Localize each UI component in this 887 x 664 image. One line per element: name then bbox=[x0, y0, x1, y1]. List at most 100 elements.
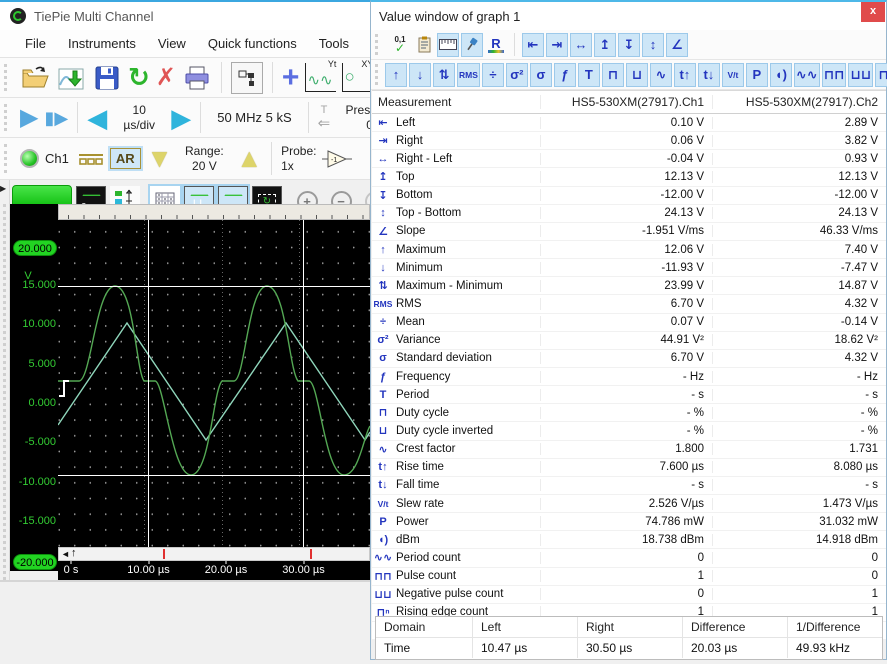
toolbar-grip[interactable] bbox=[375, 34, 382, 54]
plot-area[interactable] bbox=[58, 220, 370, 547]
oneshot-button[interactable]: ▮▶ bbox=[44, 109, 68, 127]
measure-top-button[interactable]: ↥ bbox=[594, 33, 616, 57]
cursor-marker[interactable] bbox=[310, 549, 312, 559]
print-button[interactable] bbox=[182, 63, 212, 93]
record-scrollbar[interactable]: ◄ ↑ bbox=[58, 547, 370, 561]
ch2-value: 2.89 V bbox=[712, 117, 886, 129]
measurement-label: Right - Left bbox=[394, 153, 540, 165]
range-up-button[interactable]: ▲ bbox=[236, 148, 262, 169]
y-axis: 20.000 V 15.00010.0005.0000.000-5.000-10… bbox=[10, 204, 58, 571]
measure-standard-deviation-button[interactable]: σ bbox=[530, 63, 552, 87]
toolbar-grip[interactable] bbox=[4, 64, 11, 91]
close-button[interactable]: x bbox=[861, 2, 885, 22]
refresh-button[interactable]: ↻ bbox=[128, 62, 150, 93]
cursor-marker[interactable] bbox=[163, 549, 165, 559]
relative-values-button[interactable]: R bbox=[485, 33, 507, 57]
left-cursor[interactable] bbox=[148, 220, 149, 547]
show-cursors-button[interactable] bbox=[437, 33, 459, 57]
menu-item-view[interactable]: View bbox=[147, 32, 197, 55]
measure-power-button[interactable]: P bbox=[746, 63, 768, 87]
measure-maximum-button[interactable]: ↑ bbox=[385, 63, 407, 87]
measure-right-button[interactable]: ⇥ bbox=[546, 33, 568, 57]
autoranging-button[interactable]: AR bbox=[110, 148, 141, 169]
start-button[interactable]: ▶ bbox=[20, 106, 38, 130]
y-axis-max-handle[interactable]: 20.000 bbox=[13, 240, 57, 256]
measurement-label: Frequency bbox=[394, 371, 540, 383]
pin-button[interactable] bbox=[461, 33, 483, 57]
trigger-level-icon[interactable] bbox=[59, 381, 69, 396]
measure-fall-time-button[interactable]: t↓ bbox=[698, 63, 720, 87]
y-axis-min-handle[interactable]: -20.000 bbox=[13, 554, 57, 570]
dialog-title-bar[interactable]: Value window of graph 1 x bbox=[371, 2, 886, 30]
measure-rise-time-button[interactable]: t↑ bbox=[674, 63, 696, 87]
measure-variance-button[interactable]: σ² bbox=[506, 63, 528, 87]
measure-slew-rate-button[interactable]: V/t bbox=[722, 63, 744, 87]
measurement-label: Period bbox=[394, 389, 540, 401]
measure-crest-factor-button[interactable]: ∿ bbox=[650, 63, 672, 87]
table-row-period-count: ∿∿Period count00 bbox=[372, 549, 886, 567]
add-instrument-button[interactable]: + bbox=[282, 66, 300, 90]
timebase-slower-button[interactable]: ◀ bbox=[87, 105, 107, 131]
top-cursor[interactable] bbox=[58, 286, 370, 287]
plot-top-ruler bbox=[58, 204, 370, 220]
right-cursor[interactable] bbox=[303, 220, 304, 547]
measure-duty-cycle-button[interactable]: ⊓ bbox=[602, 63, 624, 87]
clipboard-icon bbox=[418, 36, 431, 53]
toolbar-grip[interactable] bbox=[4, 144, 11, 173]
ch1-value: - s bbox=[540, 479, 712, 491]
bottom-cursor[interactable] bbox=[58, 475, 370, 476]
delete-button[interactable]: ✗ bbox=[156, 63, 176, 92]
range-down-button[interactable]: ▼ bbox=[147, 148, 173, 169]
toolbar-grip[interactable] bbox=[4, 104, 11, 131]
channel-enabled-led[interactable] bbox=[20, 149, 39, 168]
measurement-label: Standard deviation bbox=[394, 352, 540, 364]
summary-header-domain: Domain bbox=[376, 617, 472, 637]
measurement-label: Bottom bbox=[394, 189, 540, 201]
open-button[interactable] bbox=[20, 63, 50, 93]
toolbar-separator bbox=[271, 142, 272, 175]
coupling-button[interactable] bbox=[78, 152, 104, 166]
y-axis-label: 15.000 bbox=[10, 279, 56, 291]
measure-period-button[interactable]: T bbox=[578, 63, 600, 87]
printer-icon bbox=[182, 63, 212, 93]
measure-negative-pulse-count-button[interactable]: ⊔⊔ bbox=[848, 63, 873, 87]
measure-bottom-button[interactable]: ↧ bbox=[618, 33, 640, 57]
measure-rms-button[interactable]: RMS bbox=[457, 63, 480, 87]
channel-axis-tab[interactable] bbox=[12, 185, 72, 205]
y-axis-label: 10.000 bbox=[10, 318, 56, 330]
measure-frequency-button[interactable]: ƒ bbox=[554, 63, 576, 87]
measure-rising-edge-count-button[interactable]: ⊓ⁿ bbox=[875, 63, 887, 87]
measure-slope-button[interactable]: ∠ bbox=[666, 33, 688, 57]
probe-gain-button[interactable]: -1 bbox=[322, 149, 352, 169]
scroll-left-marker-icon[interactable]: ◄ bbox=[61, 549, 70, 559]
measure-left-button[interactable]: ⇤ bbox=[522, 33, 544, 57]
trigger-marker-icon[interactable]: ↑ bbox=[71, 547, 77, 559]
table-row-bottom: ↧Bottom-12.00 V-12.00 V bbox=[372, 187, 886, 205]
save-button[interactable] bbox=[92, 63, 122, 93]
table-row-right-left: ↔Right - Left-0.04 V0.93 V bbox=[372, 150, 886, 168]
xy-graph-button[interactable]: XY○ bbox=[342, 63, 373, 92]
object-tree-button[interactable] bbox=[231, 62, 263, 94]
measure-pulse-count-button[interactable]: ⊓⊓ bbox=[822, 63, 847, 87]
measure-minimum-button[interactable]: ↓ bbox=[409, 63, 431, 87]
summary-value-1-difference: 49.93 kHz bbox=[787, 638, 882, 658]
menu-item-file[interactable]: File bbox=[14, 32, 57, 55]
copy-button[interactable] bbox=[413, 33, 435, 57]
measure-dbm-button[interactable]: ◖) bbox=[770, 63, 792, 87]
measure-duty-cycle-inverted-button[interactable]: ⊔ bbox=[626, 63, 648, 87]
timebase-faster-button[interactable]: ▶ bbox=[171, 105, 191, 131]
menu-item-quick-functions[interactable]: Quick functions bbox=[197, 32, 308, 55]
toggle-values-button[interactable]: 0,1✓ bbox=[389, 33, 411, 57]
measure-top-bottom-button[interactable]: ↕ bbox=[642, 33, 664, 57]
yt-graph-button[interactable]: Yt∿∿ bbox=[305, 63, 336, 92]
toolbar-grip[interactable] bbox=[375, 64, 378, 84]
measure-mean-button[interactable]: ÷ bbox=[482, 63, 504, 87]
measure-right-left-button[interactable]: ↔ bbox=[570, 33, 592, 57]
measure-period-count-button[interactable]: ∿∿ bbox=[794, 63, 820, 87]
x-axis-label: 30.00 µs bbox=[282, 564, 324, 576]
measure-maximum-minimum-button[interactable]: ⇅ bbox=[433, 63, 455, 87]
save-data-button[interactable] bbox=[56, 63, 86, 93]
menu-item-instruments[interactable]: Instruments bbox=[57, 32, 147, 55]
probe-field[interactable]: Probe:1x bbox=[281, 144, 316, 174]
menu-item-tools[interactable]: Tools bbox=[308, 32, 360, 55]
